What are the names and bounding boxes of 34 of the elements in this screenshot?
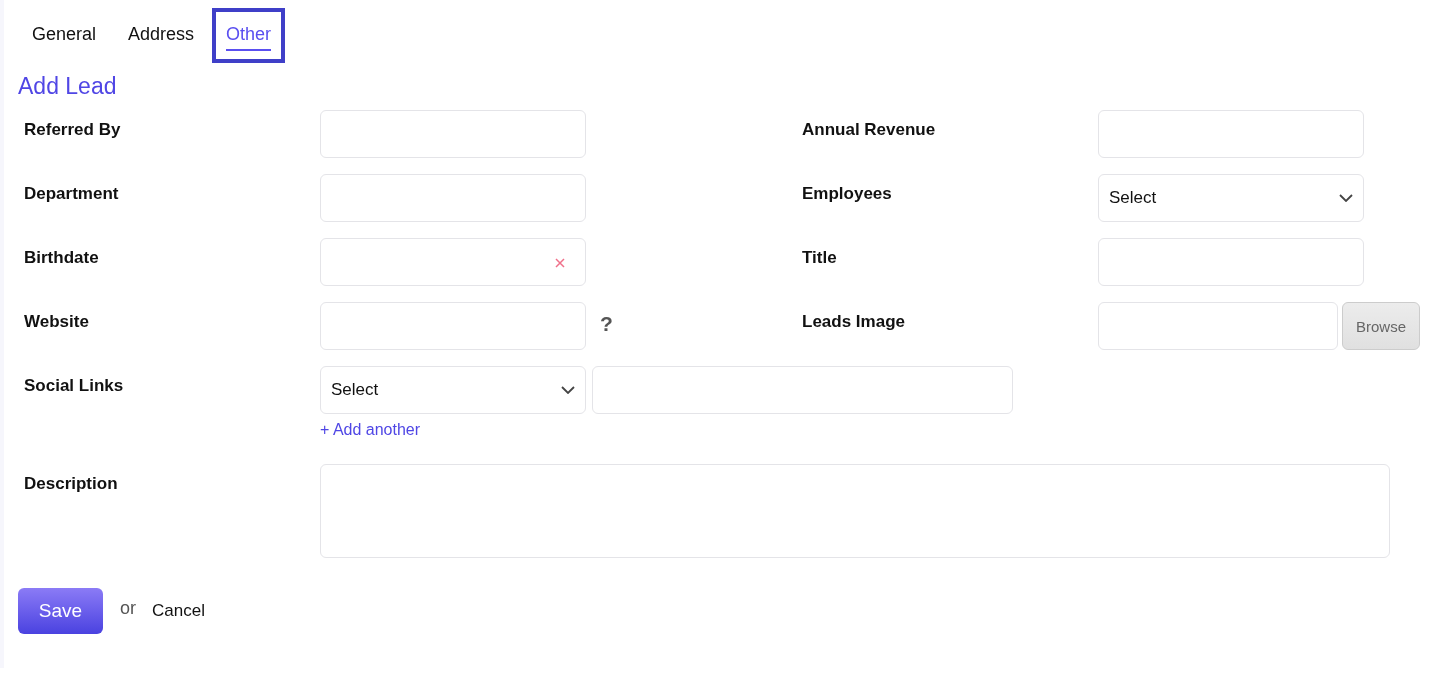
- input-field[interactable]: [1098, 110, 1364, 158]
- field-label: Website: [23, 311, 90, 332]
- browse-button[interactable]: Browse: [1342, 302, 1420, 350]
- input-field[interactable]: [320, 110, 586, 158]
- add-another-link[interactable]: + Add another: [320, 421, 421, 439]
- field-label: Referred By: [23, 119, 122, 140]
- field-label: Leads Image: [801, 311, 906, 332]
- date-field[interactable]: [320, 238, 586, 286]
- input-field[interactable]: [320, 302, 586, 350]
- select-field[interactable]: Select: [320, 366, 586, 414]
- description-textarea[interactable]: [320, 464, 1390, 558]
- help-icon[interactable]: ?: [600, 312, 613, 335]
- field-label: Social Links: [23, 375, 125, 396]
- caret-icon: [561, 386, 575, 394]
- caret-icon: [1339, 194, 1353, 202]
- cancel-link[interactable]: Cancel: [152, 601, 205, 621]
- or-text: or: [120, 597, 136, 619]
- tab[interactable]: General: [18, 8, 111, 63]
- clear-icon[interactable]: [555, 258, 565, 268]
- select-field[interactable]: Select: [1098, 174, 1364, 222]
- form-title: Add Lead: [18, 73, 118, 100]
- save-button[interactable]: Save: [18, 588, 103, 634]
- field-label: Description: [23, 473, 119, 494]
- input-field[interactable]: [320, 174, 586, 222]
- tab[interactable]: Other: [212, 8, 286, 63]
- field-label: Annual Revenue: [801, 119, 937, 140]
- tab[interactable]: Address: [114, 8, 209, 63]
- field-label: Title: [801, 247, 838, 268]
- field-label: Birthdate: [23, 247, 100, 268]
- input-field[interactable]: [592, 366, 1013, 414]
- file-field[interactable]: [1098, 302, 1338, 350]
- field-label: Department: [23, 183, 120, 204]
- field-label: Employees: [801, 183, 893, 204]
- input-field[interactable]: [1098, 238, 1364, 286]
